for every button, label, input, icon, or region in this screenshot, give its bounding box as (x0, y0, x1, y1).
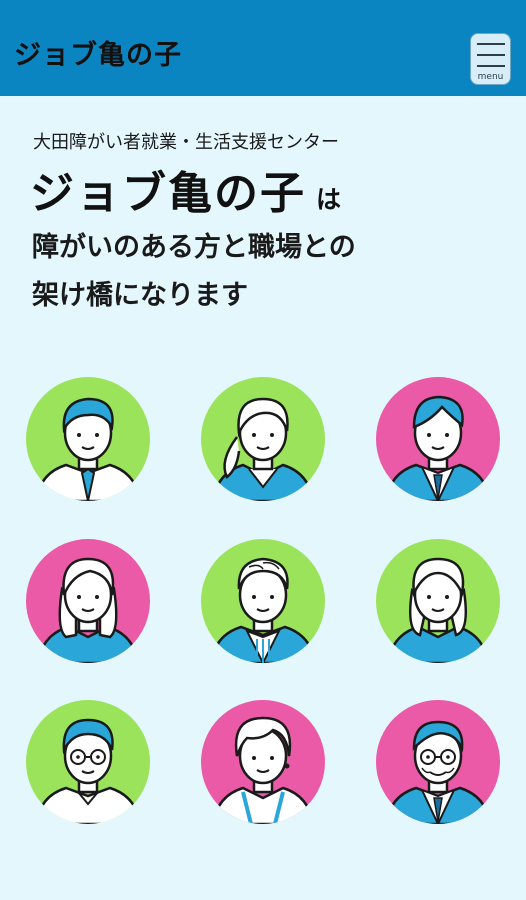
hero-tagline-line2: 架け橋になります (32, 280, 248, 311)
header-bar: ジョブ亀の子 menu (0, 0, 526, 96)
hero-particle: は (316, 185, 342, 214)
woman-long-hair-icon (26, 539, 150, 663)
menu-label: menu (477, 72, 504, 82)
man-glasses-icon (26, 700, 150, 824)
hero-tagline-line1: 障がいのある方と職場との (32, 232, 356, 263)
organization-subtitle: 大田障がい者就業・生活支援センター (33, 132, 339, 153)
older-woman-icon (201, 700, 325, 824)
man-suit-icon (376, 377, 500, 501)
hero-title: ジョブ亀の子は (30, 172, 341, 216)
hero-brand: ジョブ亀の子 (30, 168, 306, 219)
woman-ponytail-icon (201, 377, 325, 501)
man-blue-hair-icon (26, 377, 150, 501)
menu-button[interactable]: menu (470, 33, 511, 85)
man-striped-shirt-icon (201, 539, 325, 663)
older-man-glasses-icon (376, 700, 500, 824)
site-logo[interactable]: ジョブ亀の子 (14, 42, 182, 69)
hamburger-icon (477, 43, 505, 45)
woman-bob-icon (376, 539, 500, 663)
